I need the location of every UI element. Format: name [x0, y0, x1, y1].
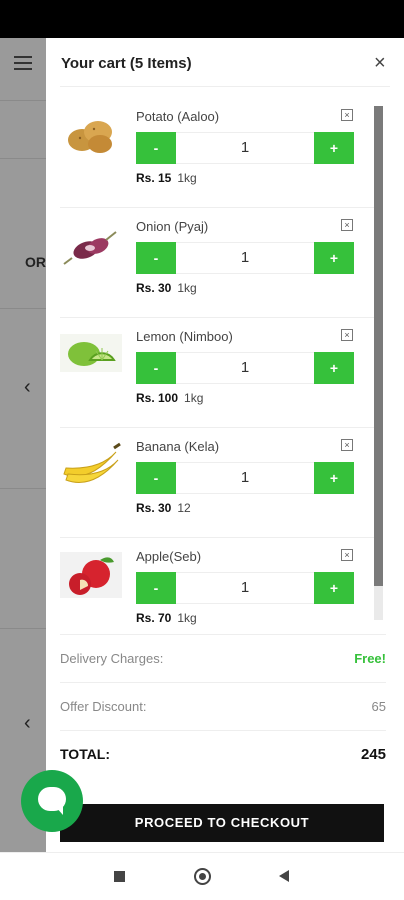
- increase-quantity-button[interactable]: +: [314, 462, 354, 494]
- decrease-quantity-button[interactable]: -: [136, 572, 176, 604]
- item-unit: 1kg: [177, 611, 197, 625]
- item-name: Potato (Aaloo): [136, 109, 220, 124]
- price-row: Rs. 100 1kg: [136, 391, 203, 405]
- chat-button[interactable]: [21, 770, 83, 832]
- increase-quantity-button[interactable]: +: [314, 352, 354, 384]
- price-row: Rs. 30 1kg: [136, 281, 197, 295]
- divider: [0, 308, 46, 309]
- increase-quantity-button[interactable]: +: [314, 242, 354, 274]
- lemon-image: [60, 334, 122, 372]
- banana-image: [63, 442, 121, 483]
- quantity-value: 1: [240, 359, 250, 376]
- total-label: TOTAL:: [60, 746, 111, 762]
- quantity-stepper: - 1 +: [136, 572, 354, 604]
- hamburger-menu-icon[interactable]: [14, 56, 32, 70]
- divider: [0, 628, 46, 629]
- remove-item-button[interactable]: ×: [341, 439, 353, 451]
- total-row: TOTAL: 245: [60, 730, 386, 778]
- scrollbar-thumb[interactable]: [374, 106, 383, 586]
- price-row: Rs. 70 1kg: [136, 611, 197, 625]
- item-price: Rs. 30: [136, 281, 172, 295]
- home-icon[interactable]: [194, 868, 211, 885]
- total-value: 245: [360, 746, 386, 763]
- discount-value: 65: [371, 699, 386, 714]
- decrease-quantity-button[interactable]: -: [136, 462, 176, 494]
- quantity-stepper: - 1 +: [136, 352, 354, 384]
- item-name: Banana (Kela): [136, 439, 220, 454]
- decrease-quantity-button[interactable]: -: [136, 132, 176, 164]
- quantity-value: 1: [240, 249, 250, 266]
- delivery-charges-row: Delivery Charges: Free!: [60, 634, 386, 682]
- price-row: Rs. 30 12: [136, 501, 191, 515]
- delivery-label: Delivery Charges:: [60, 651, 164, 666]
- remove-item-button[interactable]: ×: [341, 109, 353, 121]
- close-icon[interactable]: ×: [374, 52, 386, 74]
- remove-item-button[interactable]: ×: [341, 329, 353, 341]
- item-price: Rs. 30: [136, 501, 172, 515]
- cart-drawer: Your cart (5 Items) × Potato (Aaloo) × -…: [46, 38, 404, 852]
- offer-discount-row: Offer Discount: 65: [60, 682, 386, 730]
- item-name: Apple(Seb): [136, 549, 202, 564]
- onion-image: [63, 231, 117, 265]
- cart-items-list[interactable]: Potato (Aaloo) × - 1 + Rs. 15 1kg Onion (…: [46, 98, 404, 658]
- remove-item-button[interactable]: ×: [341, 549, 353, 561]
- cart-header: Your cart (5 Items) ×: [46, 38, 404, 88]
- item-name: Onion (Pyaj): [136, 219, 209, 234]
- system-nav-bar: [0, 852, 404, 900]
- recents-icon[interactable]: [114, 871, 125, 882]
- item-name: Lemon (Nimboo): [136, 329, 233, 344]
- item-price: Rs. 100: [136, 391, 179, 405]
- cart-item: Apple(Seb) × - 1 + Rs. 70 1kg: [46, 538, 376, 648]
- quantity-value: 1: [240, 579, 250, 596]
- quantity-stepper: - 1 +: [136, 242, 354, 274]
- delivery-value: Free!: [354, 651, 386, 666]
- item-unit: 1kg: [177, 171, 197, 185]
- quantity-value: 1: [240, 469, 250, 486]
- apple-image: [60, 552, 122, 598]
- decrease-quantity-button[interactable]: -: [136, 352, 176, 384]
- item-unit: 1kg: [177, 281, 197, 295]
- header-divider: [60, 86, 390, 87]
- background-app: OR ‹ ‹: [0, 38, 46, 852]
- cart-title: Your cart (5 Items): [61, 55, 192, 72]
- quantity-stepper: - 1 +: [136, 132, 354, 164]
- proceed-to-checkout-button[interactable]: PROCEED TO CHECKOUT: [60, 804, 384, 842]
- item-price: Rs. 70: [136, 611, 172, 625]
- divider: [0, 158, 46, 159]
- cart-item: Lemon (Nimboo) × - 1 + Rs. 100 1kg: [46, 318, 376, 428]
- remove-item-button[interactable]: ×: [341, 219, 353, 231]
- divider: [0, 100, 46, 101]
- potato-image: [68, 121, 112, 153]
- divider: [0, 488, 46, 489]
- cart-item: Banana (Kela) × - 1 + Rs. 30 12: [46, 428, 376, 538]
- item-unit: 1kg: [184, 391, 204, 405]
- quantity-value: 1: [240, 139, 250, 156]
- status-bar: [0, 0, 404, 38]
- price-row: Rs. 15 1kg: [136, 171, 197, 185]
- item-price: Rs. 15: [136, 171, 172, 185]
- cart-item: Onion (Pyaj) × - 1 + Rs. 30 1kg: [46, 208, 376, 318]
- chevron-left-icon[interactable]: ‹: [24, 376, 31, 399]
- cart-item: Potato (Aaloo) × - 1 + Rs. 15 1kg: [46, 98, 376, 208]
- item-unit: 12: [177, 501, 191, 515]
- increase-quantity-button[interactable]: +: [314, 572, 354, 604]
- or-text: OR: [25, 254, 46, 270]
- chat-bubble-tail: [55, 806, 63, 815]
- quantity-stepper: - 1 +: [136, 462, 354, 494]
- decrease-quantity-button[interactable]: -: [136, 242, 176, 274]
- chevron-left-icon[interactable]: ‹: [24, 712, 31, 735]
- discount-label: Offer Discount:: [60, 699, 147, 714]
- increase-quantity-button[interactable]: +: [314, 132, 354, 164]
- back-icon[interactable]: [279, 870, 289, 882]
